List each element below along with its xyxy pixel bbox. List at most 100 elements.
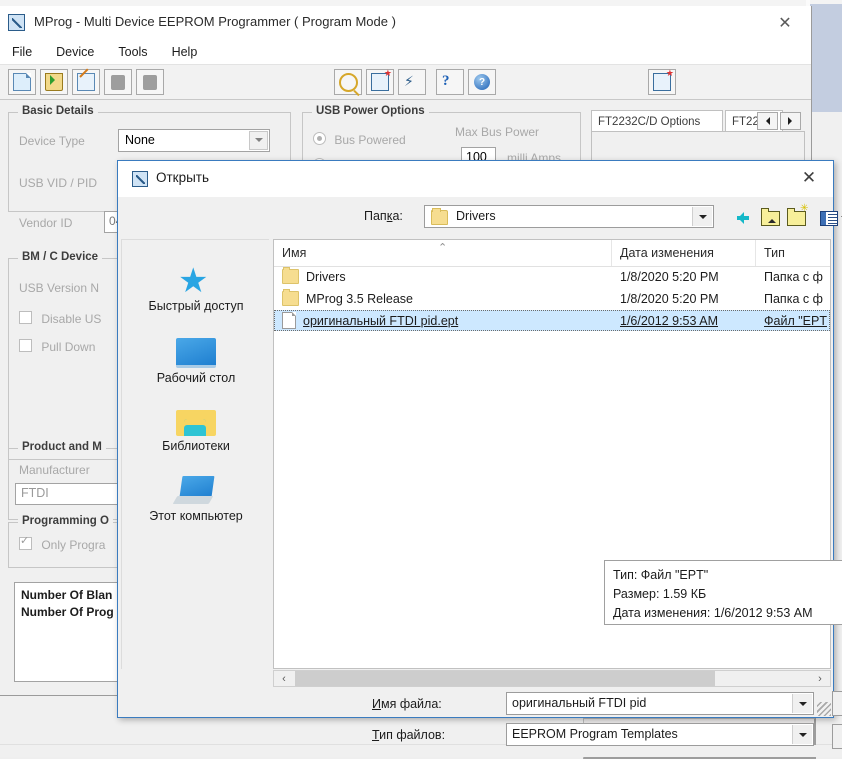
checkbox-disable-usb[interactable]: Disable US xyxy=(19,311,101,326)
scroll-left-button[interactable]: ‹ xyxy=(274,671,294,686)
table-row[interactable]: Drivers 1/8/2020 5:20 PM Папка с ф xyxy=(274,266,830,287)
dialog-title-bar[interactable]: Открыть ✕ xyxy=(118,161,833,197)
look-in-label: Папка: xyxy=(364,209,403,223)
folder-icon xyxy=(282,269,299,284)
open-folder-icon xyxy=(45,73,63,91)
chevron-down-icon[interactable] xyxy=(692,207,712,226)
column-header-type[interactable]: Тип xyxy=(756,240,832,266)
file-date-cell: 1/8/2020 5:20 PM xyxy=(620,292,719,306)
table-row[interactable]: MProg 3.5 Release 1/8/2020 5:20 PM Папка… xyxy=(274,288,830,309)
toolbar-scan-button[interactable] xyxy=(334,69,362,95)
cancel-button[interactable]: Отмена xyxy=(832,724,842,749)
mprog-menu-bar: File Device Tools Help xyxy=(0,40,811,64)
file-type-cell: Папка с ф xyxy=(764,292,823,306)
checkbox-only-program[interactable]: Only Progra xyxy=(19,537,105,552)
toolbar-stop-button-2[interactable] xyxy=(136,69,164,95)
dialog-close-button[interactable]: ✕ xyxy=(795,165,823,191)
places-sidebar: Быстрый доступ Рабочий стол Библиотеки Э… xyxy=(121,239,269,669)
toolbar-stop-button-1[interactable] xyxy=(104,69,132,95)
scroll-thumb[interactable] xyxy=(295,671,715,686)
this-pc-icon xyxy=(122,468,270,506)
program-device-icon xyxy=(653,73,671,91)
radio-bus-powered[interactable]: Bus Powered xyxy=(313,132,406,147)
libraries-folder-icon xyxy=(122,398,270,436)
look-in-combo[interactable]: Drivers xyxy=(424,205,714,228)
label-usb-vid-pid: USB VID / PID xyxy=(19,176,97,190)
mprog-close-button[interactable]: ✕ xyxy=(773,11,797,35)
toolbar-help-button[interactable]: ? xyxy=(436,69,464,95)
file-name-combo[interactable]: оригинальный FTDI pid xyxy=(506,692,814,715)
stop-icon xyxy=(111,75,125,90)
group-basic-details-title: Basic Details xyxy=(18,105,98,117)
device-type-value: None xyxy=(125,133,155,147)
file-type-combo[interactable]: EEPROM Program Templates xyxy=(506,723,814,746)
background-window-right-panel xyxy=(810,4,842,112)
file-date-cell: 1/8/2020 5:20 PM xyxy=(620,270,719,284)
folder-icon xyxy=(282,291,299,306)
scroll-right-button[interactable]: › xyxy=(810,671,830,686)
tab-scroll-prev-button[interactable] xyxy=(757,112,778,130)
chevron-down-icon[interactable] xyxy=(792,725,812,744)
tab-ft2232cd-options[interactable]: FT2232C/D Options xyxy=(591,110,723,132)
open-button[interactable]: Открыть xyxy=(832,691,842,716)
file-icon xyxy=(282,312,296,329)
resize-grip[interactable] xyxy=(817,702,831,716)
toolbar-about-button[interactable]: ? xyxy=(468,69,496,95)
group-usb-power-title: USB Power Options xyxy=(312,105,429,117)
device-type-combo[interactable]: None xyxy=(118,129,270,152)
toolbar-program-all-button[interactable] xyxy=(648,69,676,95)
up-one-level-button[interactable] xyxy=(758,208,782,228)
chevron-down-icon[interactable] xyxy=(792,694,812,713)
mprog-title-bar[interactable]: MProg - Multi Device EEPROM Programmer (… xyxy=(0,6,811,40)
menu-item-device[interactable]: Device xyxy=(54,43,96,61)
file-list-horizontal-scrollbar[interactable]: ‹ › xyxy=(273,670,831,687)
toolbar-program-button[interactable] xyxy=(366,69,394,95)
column-header-date[interactable]: Дата изменения xyxy=(612,240,756,266)
place-this-pc[interactable]: Этот компьютер xyxy=(122,468,270,523)
back-button[interactable] xyxy=(728,208,752,228)
edit-document-icon xyxy=(77,73,95,91)
sort-ascending-icon: ⌃ xyxy=(438,241,447,254)
dialog-app-icon xyxy=(132,171,148,187)
file-name-label: Имя файла: xyxy=(372,697,442,711)
table-row[interactable]: оригинальный FTDI pid.ept 1/6/2012 9:53 … xyxy=(274,310,830,331)
chevron-down-icon[interactable] xyxy=(249,131,268,150)
look-in-label-pre: Пап xyxy=(364,209,387,223)
file-name-cell: Drivers xyxy=(282,269,346,284)
up-folder-icon xyxy=(761,211,780,226)
new-folder-icon xyxy=(787,211,806,226)
file-type-label-post: ип файлов: xyxy=(379,728,445,742)
file-date-cell: 1/6/2012 9:53 AM xyxy=(620,314,718,328)
options-tab-strip: FT2232C/D Options FT2232 xyxy=(591,110,803,132)
checkbox-pull-down-label: Pull Down xyxy=(41,340,95,354)
group-bm-c-device-title: BM / C Device xyxy=(18,251,102,263)
file-type-label: Тип файлов: xyxy=(372,728,445,742)
dialog-body: Папка: Drivers Быстрый доступ xyxy=(118,197,833,717)
toolbar-edit-button[interactable] xyxy=(72,69,100,95)
toolbar-erase-button[interactable]: ⚡ xyxy=(398,69,426,95)
place-quick-access[interactable]: Быстрый доступ xyxy=(122,258,270,313)
look-in-label-post: а: xyxy=(392,209,402,223)
file-tooltip: Тип: Файл "EPT" Размер: 1.59 КБ Дата изм… xyxy=(604,560,842,625)
place-desktop[interactable]: Рабочий стол xyxy=(122,330,270,385)
file-type-cell: Файл "EPT xyxy=(764,314,827,328)
place-libraries[interactable]: Библиотеки xyxy=(122,398,270,453)
mprog-app-icon xyxy=(8,14,25,31)
tab-scroll-next-button[interactable] xyxy=(780,112,801,130)
menu-item-help[interactable]: Help xyxy=(170,43,200,61)
new-document-icon xyxy=(13,73,31,91)
stop-icon xyxy=(143,75,157,90)
label-max-bus-power: Max Bus Power xyxy=(455,125,539,139)
label-usb-version: USB Version N xyxy=(19,281,99,295)
menu-item-tools[interactable]: Tools xyxy=(116,43,149,61)
group-programming-options-title: Programming O xyxy=(18,515,113,527)
new-folder-button[interactable] xyxy=(784,208,808,228)
label-manufacturer: Manufacturer xyxy=(19,463,90,477)
toolbar-open-button[interactable] xyxy=(40,69,68,95)
checkbox-pull-down[interactable]: Pull Down xyxy=(19,339,95,354)
tooltip-line: Тип: Файл "EPT" xyxy=(613,566,842,585)
views-button[interactable] xyxy=(816,208,842,228)
toolbar-new-button[interactable] xyxy=(8,69,36,95)
file-name-input-value[interactable]: оригинальный FTDI pid xyxy=(512,696,646,710)
menu-item-file[interactable]: File xyxy=(10,43,34,61)
